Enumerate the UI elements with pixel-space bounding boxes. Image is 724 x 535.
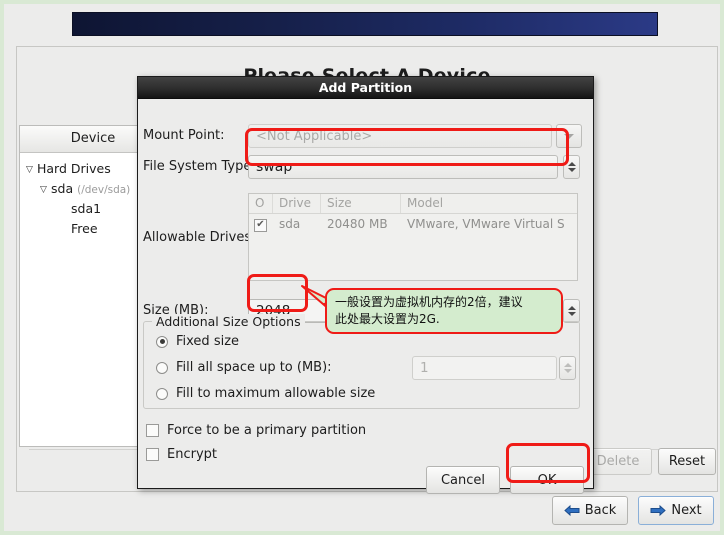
cell-drive: sda <box>279 217 301 231</box>
tree-item-label: sda <box>51 181 74 196</box>
table-row[interactable]: ✔ sda 20480 MB VMware, VMware Virtual S <box>249 214 577 234</box>
column-header-model: Model <box>407 196 444 210</box>
spinner-up-icon[interactable] <box>567 162 576 166</box>
annotation-line-1: 一般设置为虚拟机内存的2倍，建议 <box>335 295 523 309</box>
back-button-label: Back <box>584 503 617 518</box>
radio-label: Fill all space up to (MB): <box>176 360 332 375</box>
spinner-up-icon[interactable] <box>567 306 576 310</box>
spinner-down-icon[interactable] <box>563 369 572 373</box>
annotation-line-2: 此处最大设置为2G. <box>335 312 440 327</box>
expand-triangle-icon[interactable]: ▽ <box>26 160 37 180</box>
arrow-right-icon <box>650 504 667 517</box>
allowable-drives-label: Allowable Drives: <box>143 230 256 245</box>
tree-item-label: Free <box>71 221 98 236</box>
nav-bar: Back Next <box>4 496 724 532</box>
fs-type-select[interactable]: swap <box>248 155 558 179</box>
cell-model: VMware, VMware Virtual S <box>407 217 565 231</box>
mount-point-select[interactable]: <Not Applicable> <box>248 124 552 148</box>
radio-icon[interactable] <box>156 387 168 400</box>
radio-icon[interactable] <box>156 335 168 348</box>
mount-point-label: Mount Point: <box>143 128 225 143</box>
drives-table-header: O Drive Size Model <box>249 194 577 214</box>
tree-item-label: Hard Drives <box>37 161 111 176</box>
cancel-button[interactable]: Cancel <box>426 466 500 494</box>
radio-label: Fill to maximum allowable size <box>176 386 376 401</box>
radio-fixed-size[interactable]: Fixed size <box>156 334 239 349</box>
ok-button[interactable]: OK <box>510 466 584 494</box>
dialog-title: Add Partition <box>138 77 593 99</box>
installer-banner <box>72 12 658 36</box>
allowable-drives-table[interactable]: O Drive Size Model ✔ sda 20480 MB VMware… <box>248 193 578 281</box>
checkbox-force-primary[interactable]: Force to be a primary partition <box>146 423 366 438</box>
drive-checkbox[interactable]: ✔ <box>254 218 267 232</box>
column-header-size: Size <box>321 194 401 213</box>
next-button-label: Next <box>671 503 702 518</box>
radio-fill-all-space[interactable]: Fill all space up to (MB): <box>156 360 332 375</box>
arrow-left-icon <box>563 504 580 517</box>
additional-size-options-group: Additional Size Options Fixed size Fill … <box>143 314 580 409</box>
delete-button[interactable]: Delete <box>584 448 652 475</box>
spinner-up-icon[interactable] <box>563 363 572 367</box>
fs-type-spinner[interactable] <box>563 155 580 179</box>
screen: Please Select A Device Device ▽Hard Driv… <box>0 0 724 535</box>
cell-size: 20480 MB <box>327 217 388 231</box>
checkbox-icon[interactable] <box>146 424 159 437</box>
fill-space-input[interactable]: 1 <box>412 356 557 380</box>
reset-button[interactable]: Reset <box>658 448 716 475</box>
fs-type-label: File System Type: <box>143 159 256 174</box>
radio-icon[interactable] <box>156 361 168 374</box>
column-header-drive: Drive <box>273 194 321 213</box>
checkbox-encrypt[interactable]: Encrypt <box>146 447 217 462</box>
radio-label: Fixed size <box>176 334 240 349</box>
add-partition-dialog: Add Partition Mount Point: <Not Applicab… <box>137 76 594 494</box>
annotation-callout: 一般设置为虚拟机内存的2倍，建议 此处最大设置为2G. <box>325 288 563 334</box>
fill-space-spinner[interactable] <box>559 356 576 380</box>
spinner-down-icon[interactable] <box>567 168 576 172</box>
group-title: Additional Size Options <box>152 314 305 329</box>
spinner-down-icon[interactable] <box>567 312 576 316</box>
radio-fill-max-size[interactable]: Fill to maximum allowable size <box>156 386 375 401</box>
checkbox-icon[interactable] <box>146 448 159 461</box>
chevron-down-icon <box>564 133 574 139</box>
checkbox-label: Encrypt <box>167 447 217 462</box>
checkbox-label: Force to be a primary partition <box>167 423 367 438</box>
tree-item-sublabel: (/dev/sda) <box>77 184 131 196</box>
mount-point-dropdown-arrow[interactable] <box>556 124 582 148</box>
expand-triangle-icon[interactable]: ▽ <box>40 180 51 200</box>
tree-item-label: sda1 <box>71 201 102 216</box>
column-header-select: O <box>249 194 273 213</box>
next-button[interactable]: Next <box>638 496 714 525</box>
size-spinner[interactable] <box>563 299 580 323</box>
back-button[interactable]: Back <box>552 496 628 525</box>
